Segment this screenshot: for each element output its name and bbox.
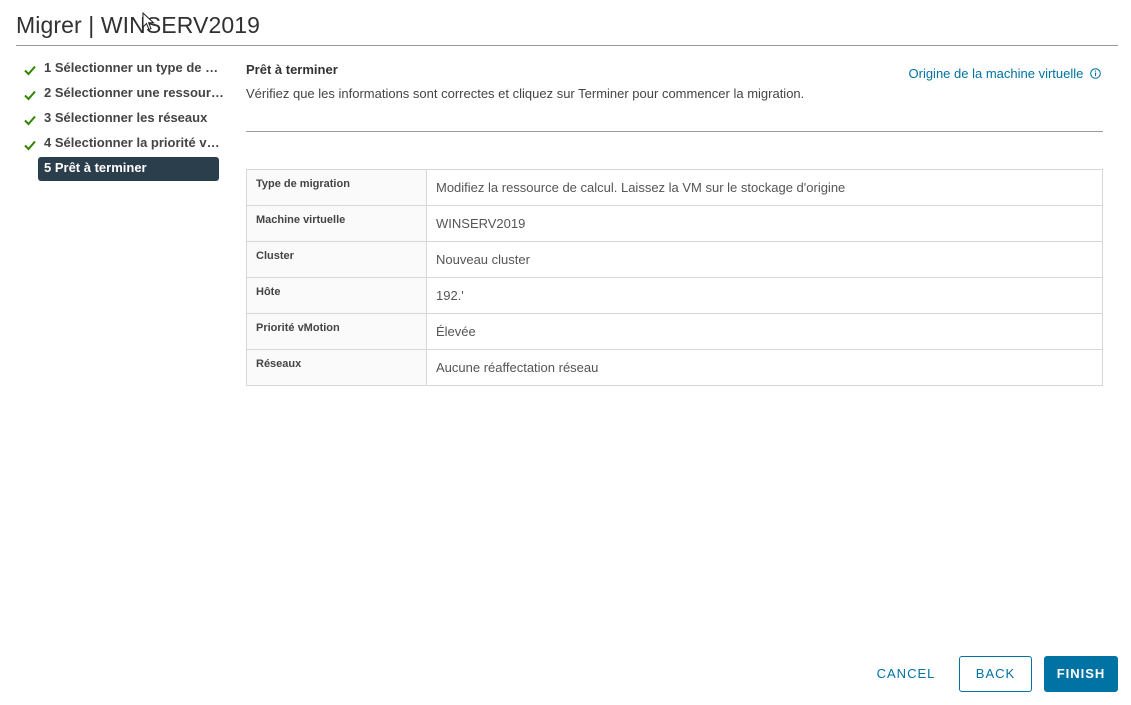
step-5-active[interactable]: 5 Prêt à terminer [24, 157, 228, 183]
summary-key: Cluster [246, 241, 427, 278]
check-icon [24, 140, 36, 151]
title-divider [16, 45, 1118, 46]
summary-value: Modifiez la ressource de calcul. Laissez… [436, 180, 846, 195]
table-row: Hôte 192.' [246, 277, 1103, 314]
summary-key: Machine virtuelle [246, 205, 427, 242]
step-label: 4 Sélectionner la priorité vMotion [44, 135, 226, 150]
step-3[interactable]: 3 Sélectionner les réseaux [24, 108, 228, 133]
cancel-button[interactable]: CANCEL [866, 656, 946, 692]
dialog-title: Migrer | WINSERV2019 [16, 12, 261, 38]
step-2[interactable]: 2 Sélectionner une ressource de calcul [24, 83, 228, 108]
wizard-steps: 1 Sélectionner un type de migration 2 Sé… [24, 58, 228, 183]
summary-value: Nouveau cluster [426, 241, 1103, 278]
table-row: Type de migration Modifiez la ressource … [246, 169, 1103, 206]
migrate-dialog: Migrer | WINSERV2019 1 Sélectionner un t… [0, 0, 1131, 705]
step-1[interactable]: 1 Sélectionner un type de migration [24, 58, 228, 83]
summary-key: Hôte [246, 277, 427, 314]
page-description: Vérifiez que les informations sont corre… [246, 86, 805, 101]
content-divider [246, 131, 1103, 132]
summary-value: Aucune réaffectation réseau [426, 349, 1103, 386]
step-label: 5 Prêt à terminer [38, 157, 219, 181]
summary-key: Réseaux [246, 349, 427, 386]
vm-origin-link[interactable]: Origine de la machine virtuelle [909, 66, 1102, 81]
step-label: 3 Sélectionner les réseaux [44, 110, 208, 125]
summary-table: Type de migration Modifiez la ressource … [246, 169, 1103, 386]
info-icon [1090, 68, 1101, 79]
table-row: Priorité vMotion Élevée [246, 313, 1103, 350]
check-icon [24, 115, 36, 126]
check-icon [24, 65, 36, 76]
summary-key: Priorité vMotion [246, 313, 427, 350]
step-4[interactable]: 4 Sélectionner la priorité vMotion [24, 133, 228, 158]
finish-button[interactable]: FINISH [1044, 656, 1118, 692]
table-row: Réseaux Aucune réaffectation réseau [246, 349, 1103, 386]
page-heading: Prêt à terminer [246, 62, 338, 77]
vm-origin-label: Origine de la machine virtuelle [908, 66, 1084, 81]
summary-key: Type de migration [246, 169, 427, 206]
step-label: 2 Sélectionner une ressource de calcul [44, 85, 226, 100]
summary-value: WINSERV2019 [426, 205, 1103, 242]
mouse-cursor-icon [142, 12, 155, 31]
summary-value: Élevée [426, 313, 1103, 350]
summary-value: 192.' [426, 277, 1103, 314]
table-row: Machine virtuelle WINSERV2019 [246, 205, 1103, 242]
step-label: 1 Sélectionner un type de migration [44, 60, 226, 75]
back-button[interactable]: BACK [959, 656, 1032, 692]
table-row: Cluster Nouveau cluster [246, 241, 1103, 278]
check-icon [24, 90, 36, 101]
